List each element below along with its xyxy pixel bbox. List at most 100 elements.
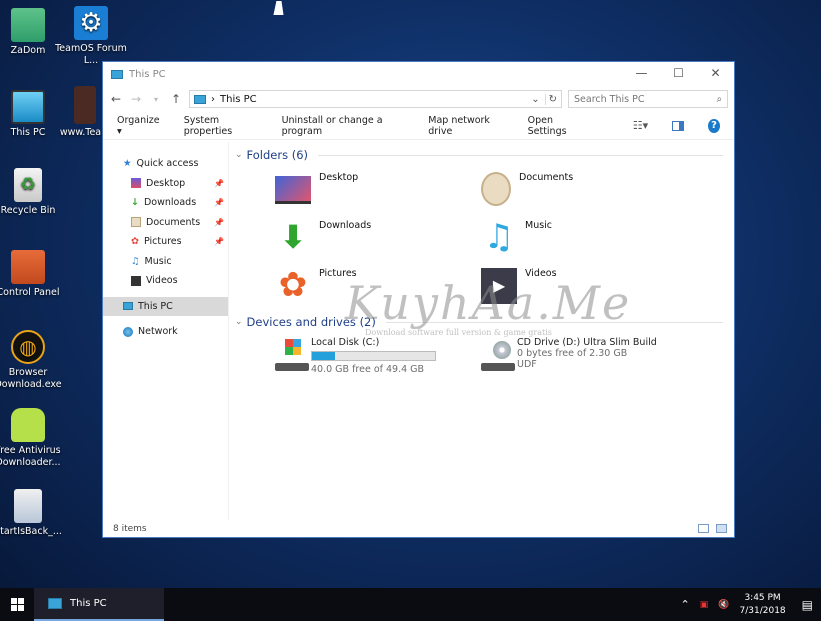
desktop-icon-control-panel[interactable]: Control Panel [0, 250, 68, 299]
gear-icon: ⚙ [74, 6, 108, 40]
group-title: Folders (6) [246, 148, 309, 162]
search-input[interactable]: Search This PC ⌕ [568, 90, 728, 108]
desktop-icon-browser-download[interactable]: ◍ Browser Download.exe [0, 330, 68, 391]
navigation-pane: ★ Quick access Desktop 📌 ↓ Downloads 📌 D… [103, 142, 229, 520]
help-button[interactable]: ? [708, 118, 720, 133]
pin-icon: 📌 [214, 217, 224, 227]
installer-icon [14, 489, 42, 523]
preview-pane-icon[interactable] [672, 120, 685, 131]
folder-label: Videos [525, 268, 557, 279]
music-note-icon: ♫ [483, 217, 515, 257]
drives-group-header[interactable]: ⌄ Devices and drives (2) [235, 315, 723, 329]
folder-tile-music[interactable]: ♫ Music [481, 220, 552, 256]
download-arrow-icon: ⬇ [279, 218, 307, 256]
videos-icon [131, 275, 141, 286]
minimize-button[interactable]: — [623, 62, 660, 86]
drive-tile-local-disk[interactable]: Local Disk (C:) 40.0 GB free of 49.4 GB [275, 337, 436, 375]
network-icon [123, 326, 133, 337]
network-disconnected-icon[interactable]: ▣ [700, 600, 709, 610]
desktop-icon-label: StartIsBack_... [0, 526, 62, 537]
folder-tile-downloads[interactable]: ⬇ Downloads [275, 218, 372, 256]
folder-tile-desktop[interactable]: Desktop [275, 172, 358, 204]
uninstall-program-button[interactable]: Uninstall or change a program [282, 115, 405, 137]
maximize-button[interactable]: ☐ [660, 62, 697, 86]
clock[interactable]: 3:45 PM 7/31/2018 [740, 592, 786, 618]
owl-icon [11, 408, 45, 442]
group-title: Devices and drives (2) [246, 315, 376, 329]
system-properties-button[interactable]: System properties [184, 115, 258, 137]
folders-group-header[interactable]: ⌄ Folders (6) [235, 148, 723, 162]
desktop-icon-label: Browser Download.exe [0, 367, 62, 390]
organize-button[interactable]: Organize ▾ [117, 115, 160, 137]
taskbar-item-label: This PC [70, 598, 107, 609]
command-bar: Organize ▾ System properties Uninstall o… [103, 112, 734, 140]
taskbar-item-this-pc[interactable]: This PC [34, 588, 164, 621]
nav-item-label: Pictures [143, 236, 182, 248]
large-icons-view-icon[interactable] [716, 524, 727, 533]
folder-tile-pictures[interactable]: ✿ Pictures [275, 268, 357, 304]
hard-drive-icon [275, 337, 309, 371]
desktop-icon-recycle-bin[interactable]: ♻ Recycle Bin [0, 168, 68, 217]
music-note-icon: ♫ [131, 255, 140, 267]
nav-item-music[interactable]: ♫ Music [103, 252, 228, 272]
folder-tile-documents[interactable]: Documents [481, 172, 573, 206]
drive-name: Local Disk (C:) [311, 337, 380, 348]
globe-icon: ◍ [11, 330, 45, 364]
taskbar: This PC ⌃ ▣ 🔇 3:45 PM 7/31/2018 ▤ [0, 588, 821, 621]
nav-item-label: Videos [146, 275, 178, 287]
nav-item-documents[interactable]: Documents 📌 [103, 213, 228, 233]
pin-icon: 📌 [214, 198, 224, 208]
map-network-drive-button[interactable]: Map network drive [428, 115, 503, 137]
pictures-icon: ✿ [131, 236, 139, 248]
nav-item-videos[interactable]: Videos [103, 271, 228, 291]
drive-tile-cd-drive[interactable]: CD Drive (D:) Ultra Slim Build 0 bytes f… [481, 337, 657, 371]
nav-item-desktop[interactable]: Desktop 📌 [103, 174, 228, 194]
window-title: This PC [129, 68, 166, 80]
star-icon: ★ [123, 158, 132, 170]
open-settings-button[interactable]: Open Settings [528, 115, 585, 137]
drive-free-space: 40.0 GB free of 49.4 GB [311, 364, 425, 375]
folder-label: Music [525, 220, 553, 231]
chevron-down-icon[interactable]: ⌄ [531, 94, 539, 105]
action-center-icon[interactable]: ▤ [802, 598, 813, 612]
nav-item-quick-access[interactable]: ★ Quick access [103, 154, 228, 174]
item-count: 8 items [113, 523, 147, 534]
desktop-folder-icon [131, 178, 141, 189]
recent-locations-chevron-icon[interactable]: ▾ [149, 95, 163, 104]
breadcrumb[interactable]: This PC [220, 94, 526, 105]
chevron-down-icon: ⌄ [235, 150, 243, 160]
title-bar[interactable]: This PC — ☐ ✕ [103, 62, 734, 86]
nav-item-label: Quick access [136, 158, 199, 170]
forward-arrow-icon[interactable]: → [129, 92, 143, 106]
refresh-icon[interactable]: ↻ [544, 93, 557, 105]
start-button[interactable] [0, 588, 34, 621]
back-arrow-icon[interactable]: ← [109, 92, 123, 106]
desktop-icon-teamos[interactable]: ⚙ TeamOS Forum L... [51, 6, 131, 67]
folder-label: Desktop [319, 172, 359, 183]
nav-item-this-pc[interactable]: This PC [103, 296, 228, 316]
document-icon [74, 86, 96, 124]
disc-icon [493, 341, 511, 359]
change-view-icon[interactable]: ☷▾ [633, 119, 648, 132]
nav-item-downloads[interactable]: ↓ Downloads 📌 [103, 193, 228, 213]
folder-tile-videos[interactable]: ▶ Videos [481, 268, 557, 304]
desktop-folder-icon [275, 176, 311, 204]
control-panel-icon [11, 250, 45, 284]
desktop-icon-free-antivirus[interactable]: Free Antivirus Downloader... [0, 408, 68, 469]
explorer-window: This PC — ☐ ✕ ← → ▾ ↑ › This PC ⌄ ↻ Sear… [102, 61, 735, 538]
nav-item-label: This PC [138, 300, 173, 312]
videos-icon: ▶ [481, 268, 517, 304]
address-bar[interactable]: › This PC ⌄ ↻ [189, 90, 562, 108]
close-button[interactable]: ✕ [697, 62, 734, 86]
desktop-icon-label: Control Panel [0, 287, 60, 298]
volume-muted-icon[interactable]: 🔇 [718, 600, 729, 610]
nav-item-network[interactable]: Network [103, 322, 228, 342]
nav-item-pictures[interactable]: ✿ Pictures 📌 [103, 232, 228, 252]
details-view-icon[interactable] [698, 524, 709, 533]
up-arrow-icon[interactable]: ↑ [169, 92, 183, 106]
cd-drive-icon [481, 337, 515, 371]
clock-time: 3:45 PM [744, 592, 781, 603]
address-row: ← → ▾ ↑ › This PC ⌄ ↻ Search This PC ⌕ [103, 86, 734, 112]
desktop-icon-startisback[interactable]: StartIsBack_... [0, 489, 68, 538]
tray-overflow-chevron-icon[interactable]: ⌃ [681, 598, 690, 611]
